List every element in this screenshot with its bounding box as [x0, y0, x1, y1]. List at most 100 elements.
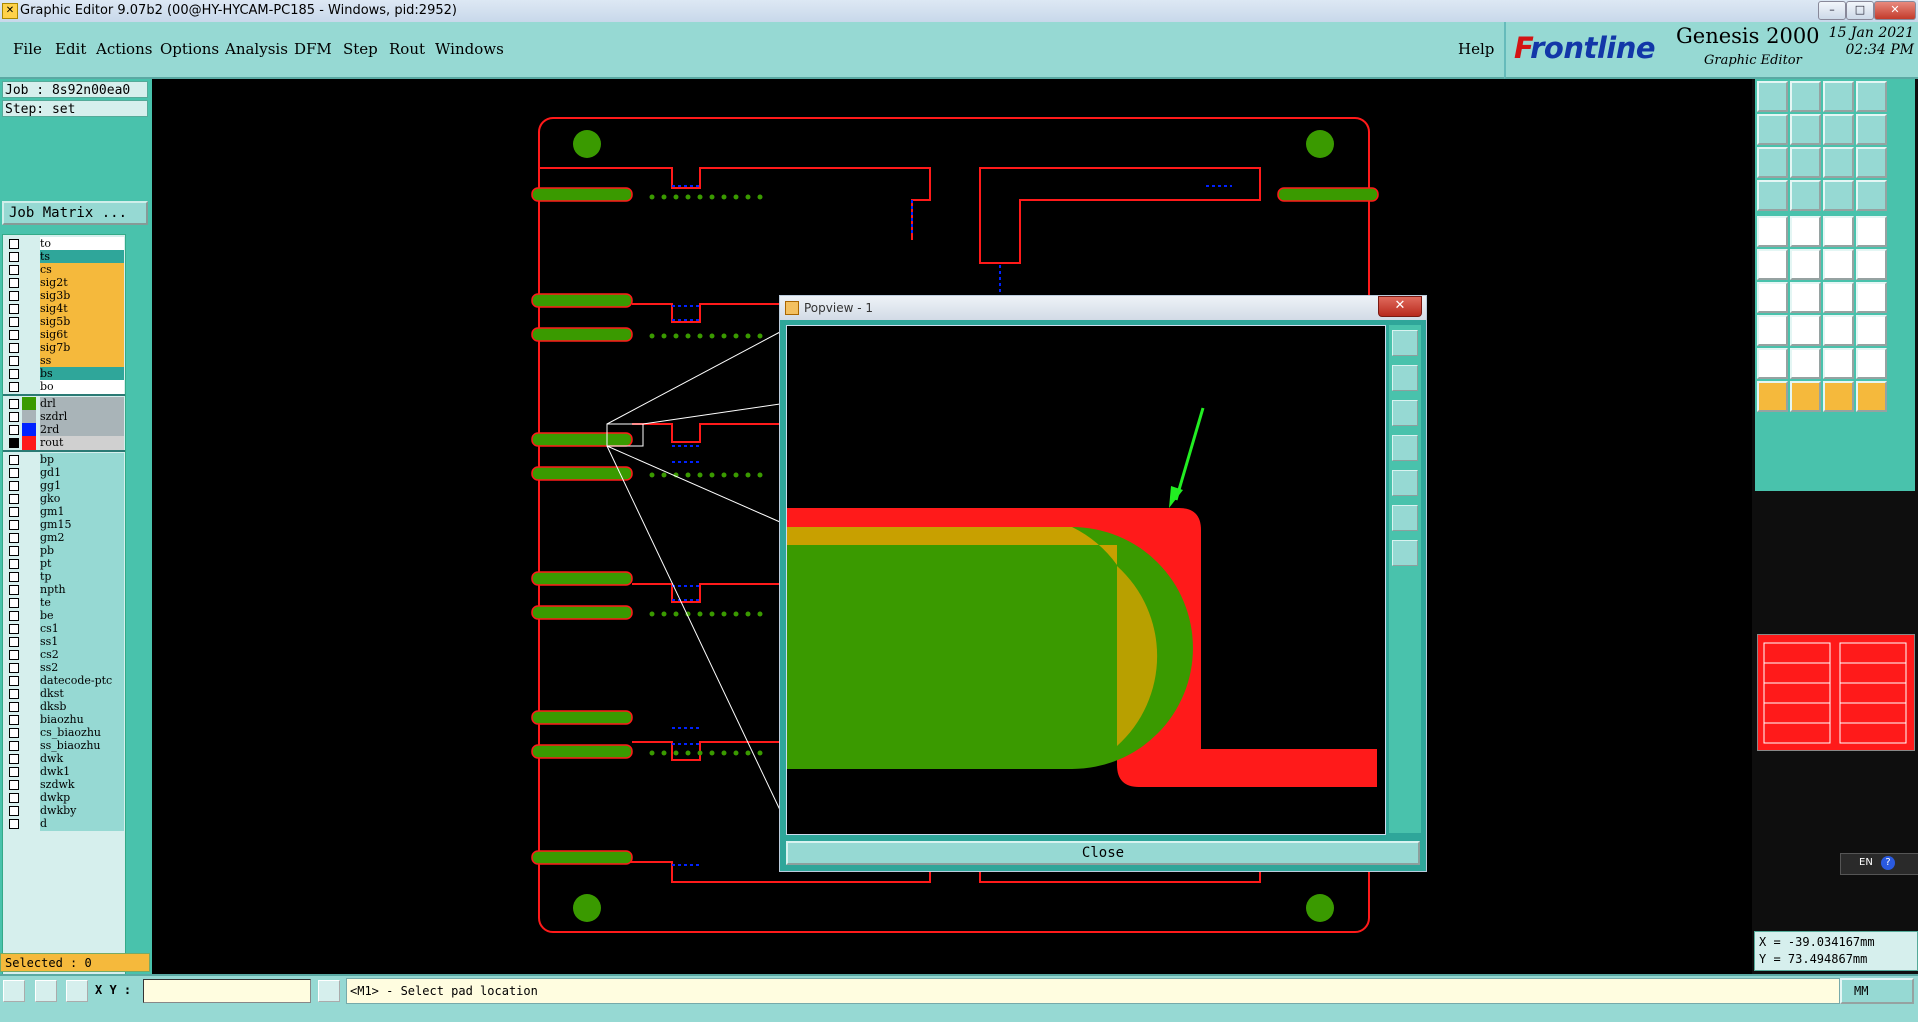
- layer-row[interactable]: datecode-ptc: [3, 674, 125, 688]
- layer-stack-alt-icon[interactable]: [1856, 180, 1887, 211]
- layer-name[interactable]: npth: [40, 583, 124, 597]
- layer-color-swatch[interactable]: [22, 752, 36, 766]
- arc-icon[interactable]: [1823, 282, 1854, 313]
- layer-checkbox[interactable]: [9, 507, 19, 517]
- layer-color-swatch[interactable]: [22, 531, 36, 545]
- layer-checkbox[interactable]: [9, 369, 19, 379]
- layer-checkbox[interactable]: [9, 455, 19, 465]
- layer-row[interactable]: to: [3, 237, 125, 251]
- close-window-button[interactable]: ✕: [1874, 1, 1916, 20]
- layer-checkbox[interactable]: [9, 304, 19, 314]
- layer-checkbox[interactable]: [9, 356, 19, 366]
- layer-color-swatch[interactable]: [22, 726, 36, 740]
- board-minimap[interactable]: [1757, 634, 1915, 751]
- layer-checkbox[interactable]: [9, 559, 19, 569]
- measure-ruler-icon[interactable]: [1823, 216, 1854, 247]
- layer-checkbox[interactable]: [9, 572, 19, 582]
- layer-name[interactable]: sig4t: [40, 302, 124, 316]
- layer-row[interactable]: dwkby: [3, 804, 125, 818]
- layer-name[interactable]: rout: [40, 436, 124, 450]
- layer-name[interactable]: cs_biaozhu: [40, 726, 124, 740]
- layer-name[interactable]: gm15: [40, 518, 124, 532]
- split-icon[interactable]: [1856, 282, 1887, 313]
- layer-checkbox[interactable]: [9, 741, 19, 751]
- layer-color-swatch[interactable]: [22, 250, 36, 264]
- pan-left-icon[interactable]: [1757, 114, 1788, 145]
- layer-name[interactable]: cs: [40, 263, 124, 277]
- layer-color-swatch[interactable]: [22, 687, 36, 701]
- layer-row[interactable]: pb: [3, 544, 125, 558]
- layer-name[interactable]: gm1: [40, 505, 124, 519]
- layer-name[interactable]: to: [40, 237, 124, 251]
- layer-name[interactable]: 2rd: [40, 423, 124, 437]
- layer-row[interactable]: dwk: [3, 752, 125, 766]
- layer-row[interactable]: szdrl: [3, 410, 125, 424]
- menu-analysis[interactable]: Analysis: [225, 40, 288, 58]
- language-bar[interactable]: EN ?: [1840, 853, 1918, 875]
- layer-name[interactable]: pt: [40, 557, 124, 571]
- layer-color-swatch[interactable]: [22, 557, 36, 571]
- select-path-icon[interactable]: [1856, 381, 1887, 412]
- layer-row[interactable]: ss1: [3, 635, 125, 649]
- draw-line-icon[interactable]: [1757, 282, 1788, 313]
- split-view-icon[interactable]: [1856, 81, 1887, 112]
- layer-color-swatch[interactable]: [22, 648, 36, 662]
- menu-file[interactable]: File: [13, 40, 42, 58]
- layer-name[interactable]: gg1: [40, 479, 124, 493]
- layer-name[interactable]: cs1: [40, 622, 124, 636]
- connect-icon[interactable]: [1757, 249, 1788, 280]
- units-selector[interactable]: MM: [1840, 978, 1914, 1004]
- layer-checkbox[interactable]: [9, 468, 19, 478]
- layer-checkbox[interactable]: [9, 650, 19, 660]
- xy-input[interactable]: [143, 979, 311, 1003]
- delete-icon[interactable]: [1790, 249, 1821, 280]
- layer-name[interactable]: szdrl: [40, 410, 124, 424]
- layer-checkbox[interactable]: [9, 715, 19, 725]
- layer-checkbox[interactable]: [9, 702, 19, 712]
- layer-checkbox[interactable]: [9, 291, 19, 301]
- layer-row[interactable]: gm15: [3, 518, 125, 532]
- menu-actions[interactable]: Actions: [96, 40, 152, 58]
- layer-row[interactable]: 2rd: [3, 423, 125, 437]
- layer-color-swatch[interactable]: [22, 700, 36, 714]
- layer-color-swatch[interactable]: [22, 596, 36, 610]
- menu-windows[interactable]: Windows: [435, 40, 504, 58]
- layer-checkbox[interactable]: [9, 399, 19, 409]
- layer-checkbox[interactable]: [9, 806, 19, 816]
- layer-color-swatch[interactable]: [22, 505, 36, 519]
- fit-icon[interactable]: [1757, 147, 1788, 178]
- layer-checkbox[interactable]: [9, 663, 19, 673]
- layer-name[interactable]: drl: [40, 397, 124, 411]
- layer-name[interactable]: gm2: [40, 531, 124, 545]
- cut-icon[interactable]: [1790, 315, 1821, 346]
- layer-row[interactable]: sig4t: [3, 302, 125, 316]
- snap-icon[interactable]: [3, 980, 25, 1002]
- help-circle-icon[interactable]: ?: [1881, 856, 1895, 870]
- layer-color-swatch[interactable]: [22, 791, 36, 805]
- cross-section-icon[interactable]: [1757, 180, 1788, 211]
- grid-icon[interactable]: [66, 980, 88, 1002]
- layer-name[interactable]: pb: [40, 544, 124, 558]
- layer-row[interactable]: sig3b: [3, 289, 125, 303]
- layer-checkbox[interactable]: [9, 520, 19, 530]
- popview-pan-down-icon[interactable]: [1392, 400, 1418, 426]
- layer-row[interactable]: dkst: [3, 687, 125, 701]
- layer-checkbox[interactable]: [9, 637, 19, 647]
- node-icon[interactable]: [1823, 249, 1854, 280]
- layer-row[interactable]: cs_biaozhu: [3, 726, 125, 740]
- layer-color-swatch[interactable]: [22, 380, 36, 394]
- layer-name[interactable]: datecode-ptc: [40, 674, 124, 688]
- layer-name[interactable]: be: [40, 609, 124, 623]
- layer-row[interactable]: sig6t: [3, 328, 125, 342]
- layer-name[interactable]: dkst: [40, 687, 124, 701]
- layer-checkbox[interactable]: [9, 767, 19, 777]
- popview-pan-up-icon[interactable]: [1392, 365, 1418, 391]
- select-single-icon[interactable]: [1790, 381, 1821, 412]
- measure-icon[interactable]: [35, 980, 57, 1002]
- minimize-button[interactable]: –: [1818, 1, 1846, 20]
- layer-name[interactable]: bs: [40, 367, 124, 381]
- layer-row[interactable]: szdwk: [3, 778, 125, 792]
- layer-color-swatch[interactable]: [22, 367, 36, 381]
- layer-row[interactable]: dwkp: [3, 791, 125, 805]
- triangle-icon[interactable]: [1757, 348, 1788, 379]
